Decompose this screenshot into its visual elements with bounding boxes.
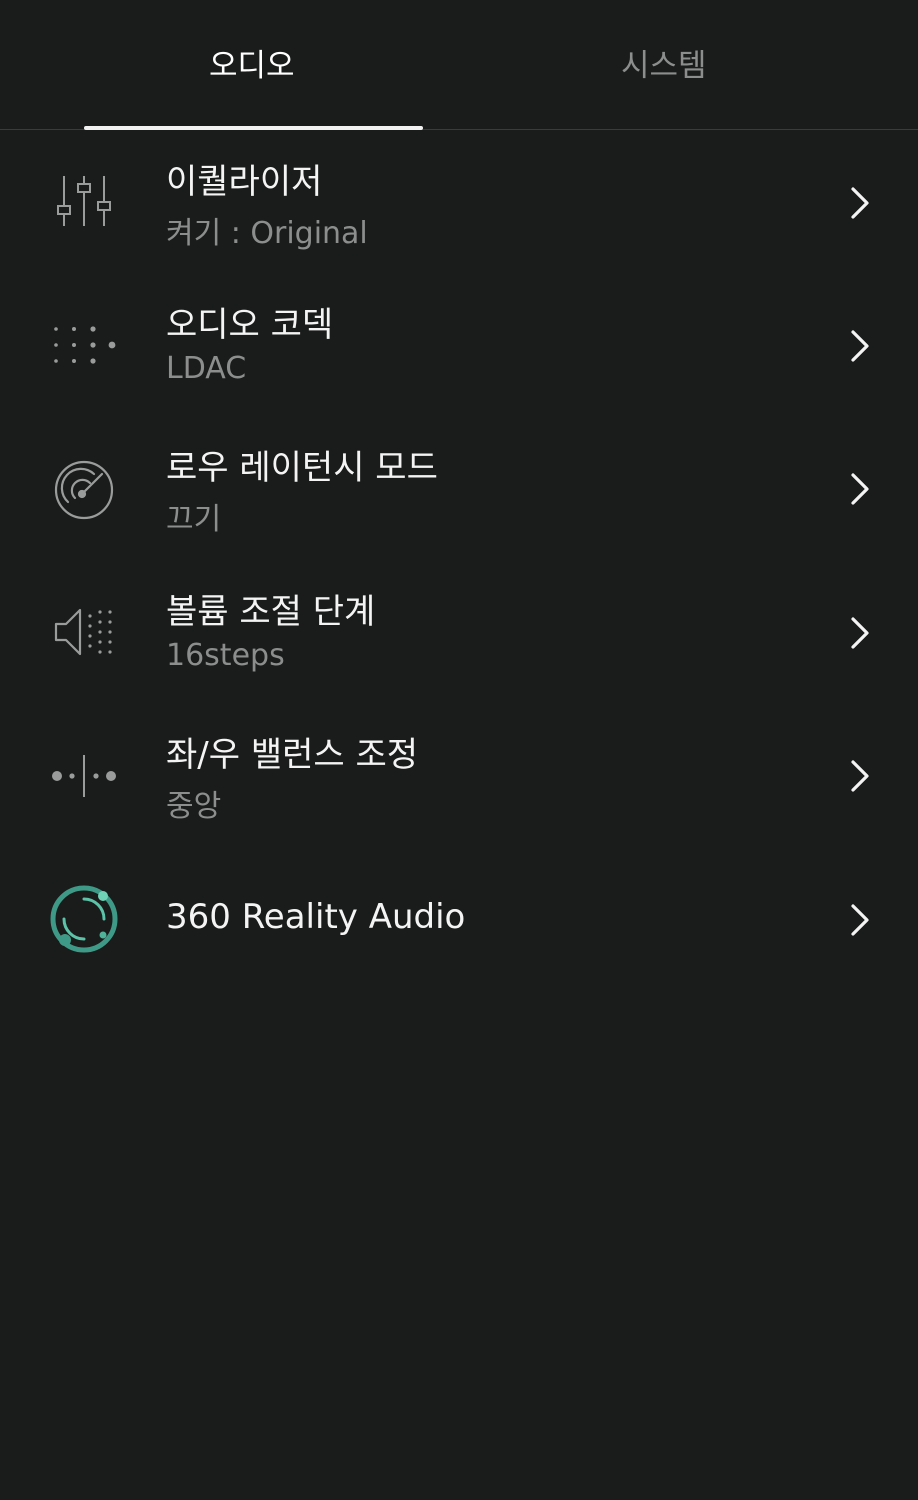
list-item-low-latency-mode[interactable]: 로우 레이턴시 모드 끄기 — [0, 416, 918, 559]
tab-audio[interactable]: 오디오 — [24, 0, 483, 129]
item-subtitle: 중앙 — [166, 789, 222, 824]
item-title: 볼륨 조절 단계 — [166, 592, 376, 632]
chevron-right-icon — [848, 758, 872, 794]
chevron-right-icon — [848, 902, 872, 938]
chevron-right-icon — [848, 185, 872, 221]
codec-dots-icon — [48, 309, 120, 381]
item-subtitle: 끄기 — [166, 502, 222, 537]
item-title: 좌/우 밸런스 조정 — [166, 735, 419, 775]
item-title: 오디오 코덱 — [166, 305, 334, 345]
item-title: 로우 레이턴시 모드 — [166, 448, 438, 488]
item-subtitle: 켜기 : Original — [166, 216, 368, 251]
list-item-lr-balance[interactable]: 좌/우 밸런스 조정 중앙 — [0, 703, 918, 846]
chevron-right-icon — [848, 328, 872, 364]
chevron-right-icon — [848, 471, 872, 507]
list-item-audio-codec[interactable]: 오디오 코덱 LDAC — [0, 273, 918, 416]
gauge-icon — [48, 452, 120, 524]
item-subtitle: LDAC — [166, 351, 247, 386]
balance-icon — [48, 739, 120, 811]
item-title: 360 Reality Audio — [166, 897, 466, 937]
item-subtitle: 16steps — [166, 638, 285, 673]
list-item-volume-steps[interactable]: 볼륨 조절 단계 16steps — [0, 560, 918, 703]
speaker-volume-icon — [48, 596, 120, 668]
list-item-equalizer[interactable]: 이퀄라이저 켜기 : Original — [0, 130, 918, 273]
tab-bar: 오디오 시스템 — [0, 0, 918, 130]
reality-audio-icon — [48, 883, 120, 955]
chevron-right-icon — [848, 615, 872, 651]
list-item-360-reality-audio[interactable]: 360 Reality Audio — [0, 847, 918, 990]
equalizer-icon — [48, 166, 120, 238]
item-title: 이퀄라이저 — [166, 162, 323, 202]
tab-system[interactable]: 시스템 — [459, 0, 918, 129]
